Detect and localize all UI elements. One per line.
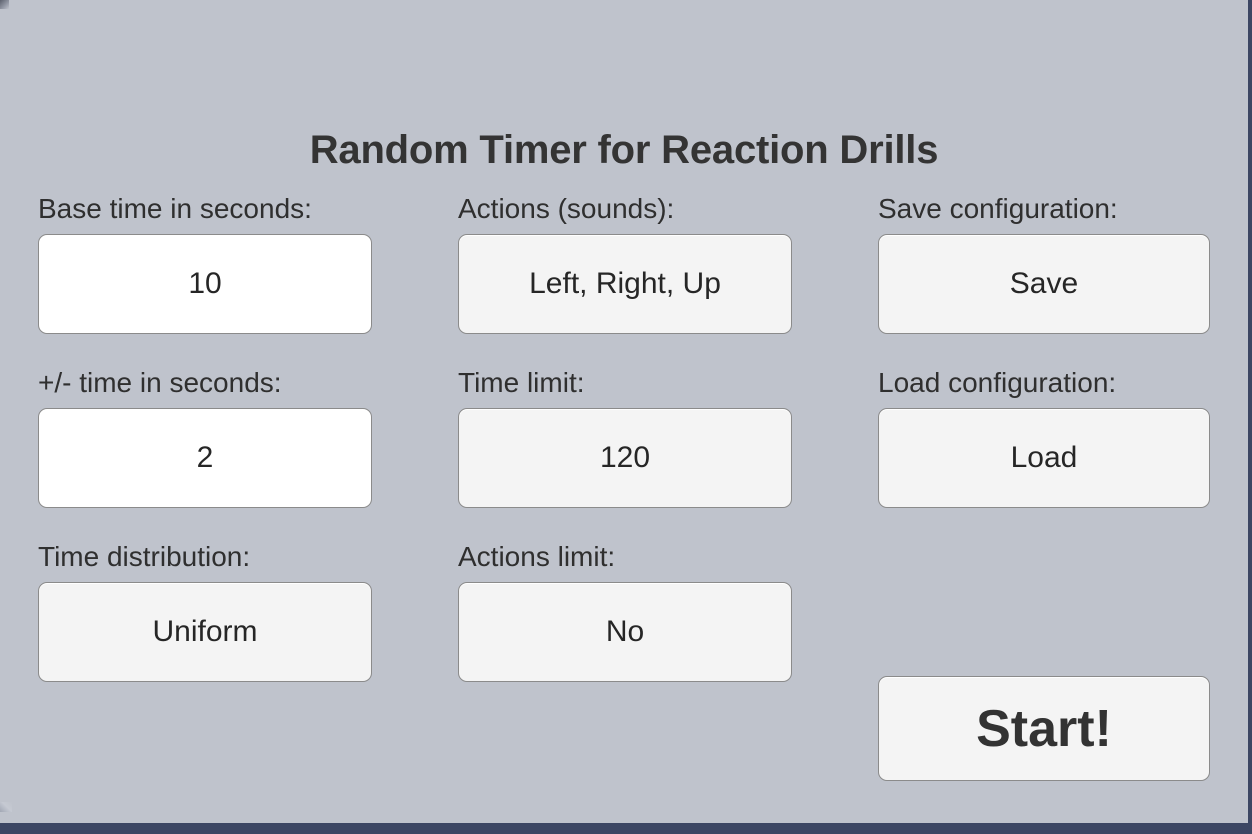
actions-limit-button[interactable]: No bbox=[458, 582, 792, 682]
label-actions-sounds: Actions (sounds): bbox=[458, 193, 675, 224]
window-corner-artifact bbox=[0, 0, 9, 9]
column-timing: Base time in seconds: 10 +/- time in sec… bbox=[38, 192, 372, 714]
label-base-time: Base time in seconds: bbox=[38, 193, 312, 224]
actions-sounds-button[interactable]: Left, Right, Up bbox=[458, 234, 792, 334]
start-row: Start! bbox=[878, 676, 1210, 781]
time-limit-button[interactable]: 120 bbox=[458, 408, 792, 508]
window-corner-artifact-bottom-left bbox=[0, 802, 12, 812]
time-distribution-button[interactable]: Uniform bbox=[38, 582, 372, 682]
label-time-distribution: Time distribution: bbox=[38, 541, 251, 572]
app-window: Random Timer for Reaction Drills Base ti… bbox=[0, 0, 1252, 834]
label-actions-limit: Actions limit: bbox=[458, 541, 616, 572]
configuration-form: Base time in seconds: 10 +/- time in sec… bbox=[38, 192, 1210, 714]
label-time-limit: Time limit: bbox=[458, 367, 585, 398]
save-configuration-button[interactable]: Save bbox=[878, 234, 1210, 334]
label-load-configuration: Load configuration: bbox=[878, 367, 1117, 398]
column-configuration: Save configuration: Save Load configurat… bbox=[878, 192, 1210, 714]
page-title: Random Timer for Reaction Drills bbox=[309, 128, 939, 172]
label-plus-minus-time: +/- time in seconds: bbox=[38, 367, 282, 398]
label-save-configuration: Save configuration: bbox=[878, 193, 1118, 224]
start-button[interactable]: Start! bbox=[878, 676, 1210, 781]
column-actions: Actions (sounds): Left, Right, Up Time l… bbox=[458, 192, 792, 714]
plus-minus-time-input[interactable]: 2 bbox=[38, 408, 372, 508]
base-time-input[interactable]: 10 bbox=[38, 234, 372, 334]
load-configuration-button[interactable]: Load bbox=[878, 408, 1210, 508]
